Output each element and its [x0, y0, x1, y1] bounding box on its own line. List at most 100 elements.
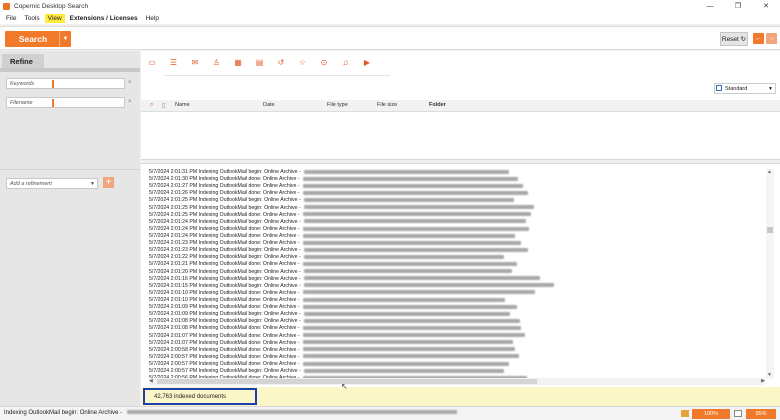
log-line: 5/7/2024 2:01:24 PM Indexing OutlookMail… — [149, 233, 769, 240]
window-title: Copernic Desktop Search — [14, 2, 89, 10]
web-icon[interactable]: ⊙ — [320, 58, 328, 67]
log-line: 5/7/2024 2:01:07 PM Indexing OutlookMail… — [149, 333, 769, 340]
view-select[interactable]: Standard ▼ — [714, 83, 776, 94]
maximize-icon[interactable]: ❐ — [724, 0, 752, 12]
status-text: Indexing OutlookMail begin: Online Archi… — [4, 410, 457, 416]
redacted-text — [126, 410, 457, 415]
results-area: ▭ ☰ ✉ ♙ ▦ ▤ ↺ ☆ ⊙ ♫ ▶ Standard ▼ ⌕ ▯ Nam… — [141, 51, 780, 406]
scroll-down-icon[interactable]: ▼ — [767, 372, 772, 378]
contacts-icon[interactable]: ♙ — [213, 58, 221, 67]
search-button-label: Search — [18, 34, 48, 44]
indexed-documents-count[interactable]: 42,763 indexed documents — [143, 388, 257, 405]
menu-tools[interactable]: Tools — [21, 14, 42, 23]
redacted-text — [303, 219, 526, 224]
log-line: 5/7/2024 2:01:22 PM Indexing OutlookMail… — [149, 254, 769, 261]
log-line: 5/7/2024 2:01:10 PM Indexing OutlookMail… — [149, 290, 769, 297]
menu-file[interactable]: File — [3, 14, 19, 23]
view-layout-icon — [716, 85, 722, 91]
folder-icon[interactable] — [681, 410, 689, 417]
log-line-text: 5/7/2024 2:01:25 PM Indexing OutlookMail… — [149, 211, 300, 218]
column-date[interactable]: Date — [263, 102, 275, 108]
back-arrow-icon[interactable]: ← — [753, 33, 764, 44]
filename-clear-icon[interactable]: × — [128, 99, 132, 105]
menu-extensions-licenses[interactable]: Extensions / Licenses — [67, 14, 141, 23]
log-horizontal-scrollbar[interactable]: ◀ ▶ — [149, 378, 765, 385]
add-refinement-select[interactable]: Add a refinement ▼ — [6, 178, 98, 189]
log-line-text: 5/7/2024 2:01:10 PM Indexing OutlookMail… — [149, 296, 300, 303]
window-controls: — ❐ ✕ — [696, 0, 780, 12]
redacted-text — [302, 190, 528, 195]
search-button[interactable]: Search ▼ — [5, 31, 71, 47]
computer-icon[interactable]: ▭ — [148, 58, 156, 67]
menu-view[interactable]: View — [44, 13, 65, 23]
add-refinement-plus-button[interactable]: + — [103, 177, 114, 188]
keywords-clear-icon[interactable]: × — [128, 80, 132, 86]
redacted-text — [303, 269, 512, 274]
column-folder[interactable]: Folder — [429, 102, 446, 108]
document-type-icon[interactable]: ▯ — [162, 102, 165, 109]
log-line: 5/7/2024 2:01:23 PM Indexing OutlookMail… — [149, 240, 769, 247]
keywords-field[interactable]: Keywords — [6, 78, 125, 89]
redacted-text — [303, 311, 510, 316]
log-line: 5/7/2024 2:01:31 PM Indexing OutlookMail… — [149, 169, 769, 176]
redacted-text — [302, 340, 513, 345]
log-line-text: 5/7/2024 2:01:23 PM Indexing OutlookMail… — [149, 240, 300, 247]
search-dropdown-icon[interactable]: ▼ — [59, 31, 71, 47]
redacted-text — [303, 254, 504, 259]
log-line-text: 5/7/2024 2:01:10 PM Indexing OutlookMail… — [149, 289, 300, 296]
redacted-text — [302, 176, 518, 181]
log-line-text: 5/7/2024 2:01:24 PM Indexing OutlookMail… — [149, 232, 300, 239]
document-icon[interactable] — [734, 410, 742, 417]
log-line: 5/7/2024 2:00:57 PM Indexing OutlookMail… — [149, 361, 769, 368]
favorites-icon[interactable]: ☆ — [299, 58, 307, 67]
refine-tab[interactable]: Refine — [2, 54, 44, 68]
log-line-text: 5/7/2024 2:01:25 PM Indexing OutlookMail… — [149, 197, 301, 204]
column-file-size[interactable]: File size — [377, 102, 397, 108]
log-line-text: 5/7/2024 2:01:15 PM Indexing OutlookMail… — [149, 282, 301, 289]
log-line: 5/7/2024 2:01:25 PM Indexing OutlookMail… — [149, 197, 769, 204]
log-line-text: 5/7/2024 2:01:22 PM Indexing OutlookMail… — [149, 254, 301, 261]
keywords-label: Keywords — [10, 80, 35, 87]
menu-bar: File Tools View Extensions / Licenses He… — [0, 12, 780, 24]
history-icon[interactable]: ↺ — [277, 58, 285, 67]
music-icon[interactable]: ♫ — [342, 58, 350, 67]
log-line: 5/7/2024 2:01:24 PM Indexing OutlookMail… — [149, 219, 769, 226]
index-progress-badge[interactable]: 100% — [692, 409, 730, 419]
scroll-right-icon[interactable]: ▶ — [761, 378, 765, 384]
menu-help[interactable]: Help — [143, 14, 162, 23]
log-line-text: 5/7/2024 2:00:57 PM Indexing OutlookMail… — [149, 368, 301, 375]
results-header: ⌕ ▯ Name Date File type File size Folder — [141, 100, 780, 112]
email-icon[interactable]: ✉ — [191, 58, 199, 67]
documents-icon[interactable]: ▤ — [256, 58, 264, 67]
log-line: 5/7/2024 2:01:23 PM Indexing OutlookMail… — [149, 247, 769, 254]
filename-marker — [52, 99, 54, 107]
close-icon[interactable]: ✕ — [752, 0, 780, 12]
refine-separator — [0, 169, 140, 170]
minimize-icon[interactable]: — — [696, 0, 724, 12]
attachment-icon[interactable]: ⌕ — [150, 102, 153, 109]
memory-badge[interactable]: 95% — [746, 409, 776, 419]
scroll-up-icon[interactable]: ▲ — [767, 169, 772, 175]
log-line: 5/7/2024 2:01:30 PM Indexing OutlookMail… — [149, 176, 769, 183]
log-line-text: 5/7/2024 2:01:24 PM Indexing OutlookMail… — [149, 225, 300, 232]
scroll-thumb[interactable] — [767, 227, 773, 233]
redacted-text — [303, 368, 504, 373]
log-line: 5/7/2024 2:00:58 PM Indexing OutlookMail… — [149, 347, 769, 354]
log-vertical-scrollbar[interactable]: ▲ ▼ — [766, 169, 774, 379]
redacted-text — [302, 226, 529, 231]
reset-button[interactable]: Reset ↻ — [720, 32, 748, 46]
log-line-text: 5/7/2024 2:01:08 PM Indexing OutlookMail… — [149, 318, 301, 325]
calendar-icon[interactable]: ▦ — [234, 58, 242, 67]
column-file-type[interactable]: File type — [327, 102, 348, 108]
video-icon[interactable]: ▶ — [363, 58, 371, 67]
filename-field[interactable]: Filename — [6, 97, 125, 108]
search-input[interactable] — [76, 31, 716, 47]
status-bar: Indexing OutlookMail begin: Online Archi… — [0, 406, 780, 420]
log-line: 5/7/2024 2:01:10 PM Indexing OutlookMail… — [149, 297, 769, 304]
view-select-value: Standard — [725, 85, 748, 92]
scroll-left-icon[interactable]: ◀ — [149, 378, 153, 384]
pane-splitter[interactable] — [141, 159, 780, 164]
forward-arrow-icon[interactable]: → — [766, 33, 777, 44]
column-name[interactable]: Name — [175, 102, 190, 108]
list-icon[interactable]: ☰ — [170, 58, 178, 67]
